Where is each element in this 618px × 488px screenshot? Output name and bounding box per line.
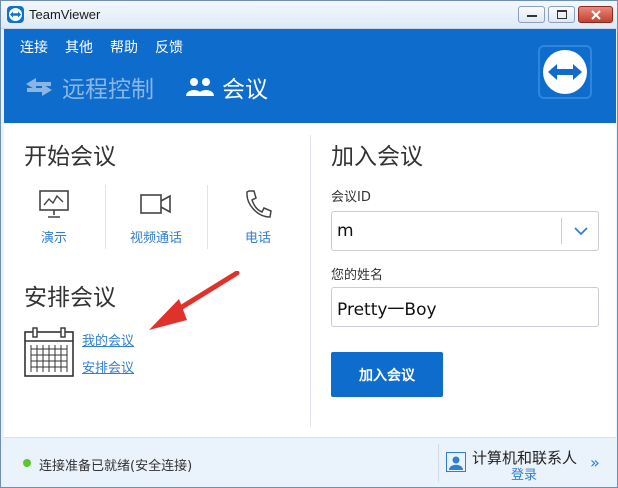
meeting-id-value: m [337,221,354,241]
contact-card-icon[interactable] [446,452,466,472]
header: 连接 其他 帮助 反馈 远程控制 会议 [4,29,616,123]
teamviewer-window: TeamViewer 连接 其他 帮助 反馈 远程控制 会议 开始会议 演示 视… [0,0,618,488]
meeting-id-label: 会议ID [331,190,371,205]
minimize-button[interactable] [518,6,545,23]
tab-remote-control-label: 远程控制 [62,77,154,103]
video-call-label: 视频通话 [129,231,182,246]
meeting-panel: 开始会议 演示 视频通话 电话 安排会议 我的会议 安排会议 加入会议 会议ID… [4,123,616,437]
tab-meeting-label: 会议 [222,77,268,103]
presentation-label: 演示 [40,231,67,246]
your-name-value: Pretty一Boy [337,299,437,320]
presentation-button[interactable]: 演示 [4,189,104,253]
connection-status-icon [23,459,31,467]
video-camera-icon [140,194,171,214]
red-arrow-annotation [149,271,240,330]
schedule-meeting-link[interactable]: 安排会议 [82,357,134,376]
panel-divider [310,135,311,427]
schedule-meeting-title: 安排会议 [24,285,116,311]
title-bar[interactable]: TeamViewer [1,1,617,29]
close-button[interactable] [578,6,613,23]
phone-button[interactable]: 电话 [208,189,308,253]
video-call-button[interactable]: 视频通话 [106,189,206,253]
chevron-down-icon[interactable] [574,224,588,238]
join-meeting-button[interactable]: 加入会议 [331,352,443,397]
monitor-icon [39,190,69,218]
login-link[interactable]: 登录 [511,464,537,483]
your-name-input[interactable]: Pretty一Boy [331,287,599,327]
menu-item-feedback[interactable]: 反馈 [155,37,183,57]
menu-item-connect[interactable]: 连接 [20,37,48,57]
status-bar: 连接准备已就绪(安全连接) 计算机和联系人 登录 » [4,437,616,486]
menu-bar: 连接 其他 帮助 反馈 [20,37,183,57]
your-name-label: 您的姓名 [331,268,384,283]
teamviewer-app-icon [7,6,24,23]
dropdown-separator [561,218,562,244]
start-meeting-title: 开始会议 [24,144,116,170]
teamviewer-logo-icon [538,45,592,99]
double-chevron-right-icon[interactable]: » [590,453,600,472]
phone-icon [246,190,272,218]
tab-remote-control[interactable]: 远程控制 [24,71,154,103]
phone-label: 电话 [244,231,271,246]
join-meeting-title: 加入会议 [331,144,423,170]
menu-item-other[interactable]: 其他 [65,37,93,57]
divider [438,444,439,482]
connection-status-text: 连接准备已就绪(安全连接) [39,459,193,474]
window-title: TeamViewer [29,7,101,22]
my-meetings-link[interactable]: 我的会议 [82,330,134,349]
tab-meeting[interactable]: 会议 [186,71,268,103]
meeting-id-dropdown[interactable]: m [331,211,599,251]
people-icon [186,78,214,96]
menu-item-help[interactable]: 帮助 [110,37,138,57]
maximize-button[interactable] [548,6,575,23]
calendar-icon [24,327,74,381]
arrows-icon [26,78,52,96]
